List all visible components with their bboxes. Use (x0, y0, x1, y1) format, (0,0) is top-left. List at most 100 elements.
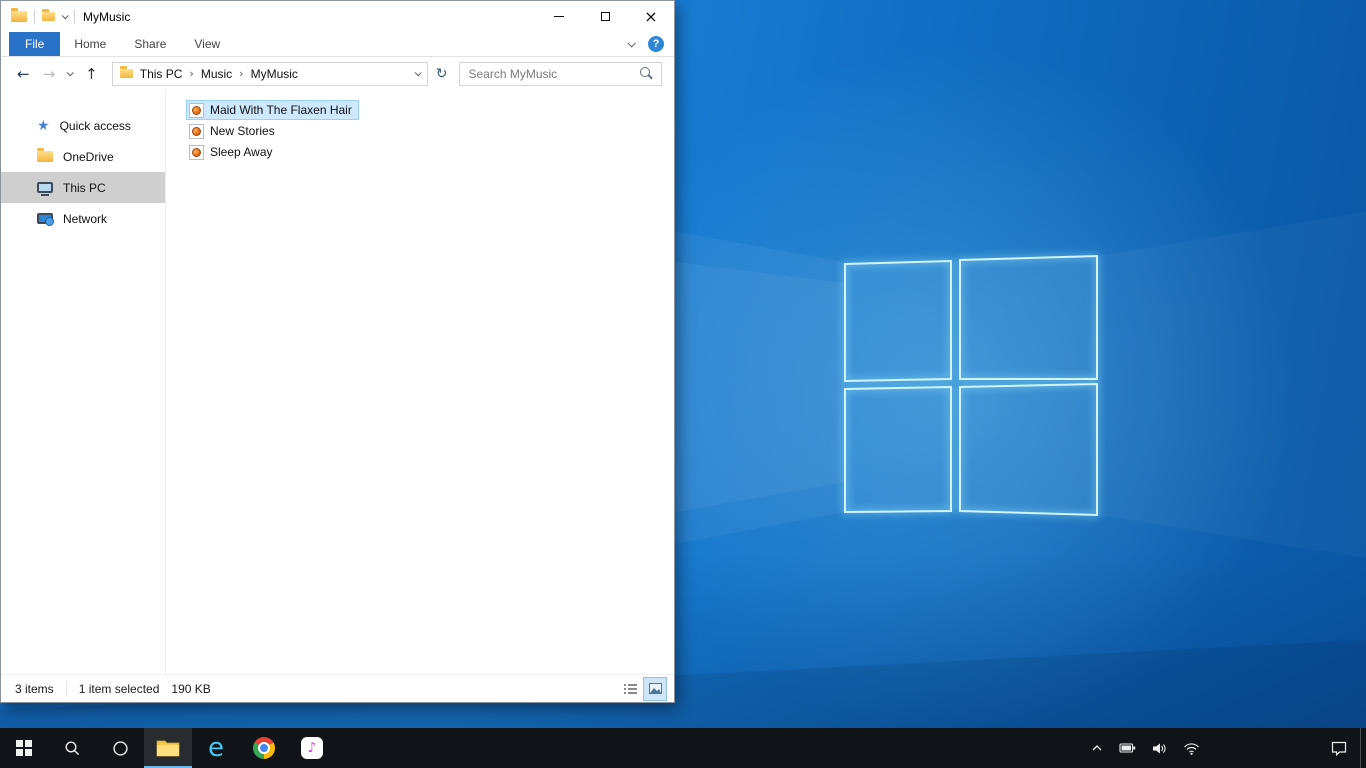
details-view-button[interactable] (619, 678, 641, 700)
internet-explorer-icon: e (208, 733, 224, 763)
close-icon: × (644, 6, 658, 26)
search-icon (64, 740, 79, 755)
sidebar-item-network[interactable]: Network (1, 203, 165, 234)
search-input[interactable] (468, 66, 640, 81)
battery-tray-button[interactable] (1115, 738, 1140, 758)
search-icon[interactable] (640, 67, 653, 80)
taskbar-empty-area (1210, 728, 1318, 768)
taskbar-chrome-button[interactable] (240, 728, 288, 768)
navigation-pane: ★ Quick access OneDrive This PC Network (1, 90, 166, 674)
show-desktop-button[interactable] (1360, 728, 1366, 768)
search-box (459, 61, 662, 86)
window-body: ★ Quick access OneDrive This PC Network … (1, 90, 674, 674)
tab-home[interactable]: Home (60, 32, 120, 56)
status-item-count: 3 items (15, 681, 54, 696)
thumbnails-view-icon (648, 683, 662, 694)
tab-share[interactable]: Share (120, 32, 180, 56)
music-note-icon: ♪ (307, 740, 317, 756)
cortana-icon (112, 740, 128, 756)
media-file-icon (189, 144, 204, 160)
media-file-icon (189, 123, 204, 139)
address-bar[interactable]: This PC › Music › MyMusic (111, 61, 428, 86)
taskbar-file-explorer-button[interactable] (144, 728, 192, 768)
breadcrumb-separator-icon: › (239, 67, 244, 80)
ribbon-right-controls: ? (627, 32, 674, 56)
sidebar-item-quick-access[interactable]: ★ Quick access (1, 110, 165, 141)
forward-button[interactable]: → (43, 65, 56, 83)
file-item-maid-with-the-flaxen-hair[interactable]: Maid With The Flaxen Hair (186, 100, 359, 120)
thumbnails-view-button[interactable] (643, 676, 667, 701)
help-icon[interactable]: ? (648, 36, 664, 52)
onedrive-icon (37, 148, 53, 162)
chrome-icon (253, 737, 275, 759)
sidebar-item-onedrive[interactable]: OneDrive (1, 141, 165, 172)
refresh-button[interactable]: ↻ (436, 67, 448, 81)
quick-access-toolbar (11, 8, 75, 24)
ribbon-tab-bar: File Home Share View ? (1, 32, 674, 57)
minimize-icon (554, 16, 564, 17)
expand-ribbon-chevron-icon[interactable] (627, 39, 636, 48)
file-item-sleep-away[interactable]: Sleep Away (186, 142, 280, 162)
status-bar: 3 items 1 item selected 190 KB (1, 674, 674, 702)
action-center-icon (1331, 741, 1347, 756)
breadcrumb-separator-icon: › (189, 67, 194, 80)
breadcrumb-this-pc[interactable]: This PC (139, 67, 184, 81)
action-center-button[interactable] (1318, 728, 1360, 768)
address-folder-icon (119, 66, 133, 78)
network-icon (37, 213, 54, 226)
recent-locations-chevron-icon[interactable] (66, 69, 74, 77)
light-beam-right (1097, 212, 1366, 558)
sidebar-item-this-pc[interactable]: This PC (1, 172, 165, 203)
maximize-button[interactable] (582, 1, 628, 32)
address-row: ← → ↑ This PC › Music › MyMusic ↻ (1, 57, 674, 90)
caption-buttons: × (536, 1, 674, 32)
file-explorer-window: MyMusic × File Home Share View ? ← → ↑ T… (0, 0, 675, 703)
tab-view[interactable]: View (180, 32, 234, 56)
itunes-icon: ♪ (301, 737, 323, 759)
minimize-button[interactable] (536, 1, 582, 32)
network-tray-button[interactable] (1179, 738, 1204, 759)
toolbar-divider (34, 9, 35, 24)
breadcrumb-mymusic[interactable]: MyMusic (250, 67, 299, 81)
taskbar-internet-explorer-button[interactable]: e (192, 728, 240, 768)
cortana-button[interactable] (96, 728, 144, 768)
file-explorer-icon (156, 740, 180, 757)
back-button[interactable]: ← (17, 65, 30, 83)
file-name: New Stories (210, 124, 275, 138)
file-name: Maid With The Flaxen Hair (210, 103, 352, 117)
close-button[interactable]: × (628, 1, 674, 32)
wifi-icon (1184, 742, 1199, 755)
windows-start-icon (16, 740, 32, 756)
sidebar-item-label: Network (63, 211, 108, 226)
sidebar-item-label: This PC (63, 180, 106, 195)
taskbar-itunes-button[interactable]: ♪ (288, 728, 336, 768)
media-file-icon (189, 102, 204, 118)
hidden-icons-button[interactable] (1087, 740, 1107, 756)
qat-customize-chevron-icon[interactable] (61, 12, 69, 20)
taskbar-search-button[interactable] (48, 728, 96, 768)
window-title: MyMusic (83, 9, 131, 24)
breadcrumb-music[interactable]: Music (200, 67, 233, 81)
maximize-icon (600, 12, 610, 21)
app-folder-icon (11, 8, 27, 22)
tab-file[interactable]: File (9, 32, 61, 56)
status-selection: 1 item selected (78, 681, 160, 696)
battery-icon (1119, 743, 1136, 753)
file-list: Maid With The Flaxen Hair New Stories Sl… (166, 90, 674, 674)
chevron-up-icon (1092, 745, 1102, 751)
quick-access-star-icon: ★ (37, 117, 50, 134)
up-button[interactable]: ↑ (85, 65, 98, 83)
file-item-new-stories[interactable]: New Stories (186, 121, 282, 141)
status-selection-size: 190 KB (171, 681, 211, 696)
speaker-icon (1153, 743, 1166, 753)
view-toggle-buttons (619, 676, 667, 701)
system-tray (1081, 728, 1210, 768)
volume-tray-button[interactable] (1148, 738, 1171, 759)
qat-folder-icon[interactable] (42, 9, 55, 21)
toolbar-divider (74, 9, 75, 24)
start-button[interactable] (0, 728, 48, 768)
titlebar: MyMusic × (1, 1, 674, 32)
file-name: Sleep Away (210, 145, 273, 159)
address-dropdown-chevron-icon[interactable] (414, 69, 422, 77)
sidebar-item-label: OneDrive (63, 149, 114, 164)
